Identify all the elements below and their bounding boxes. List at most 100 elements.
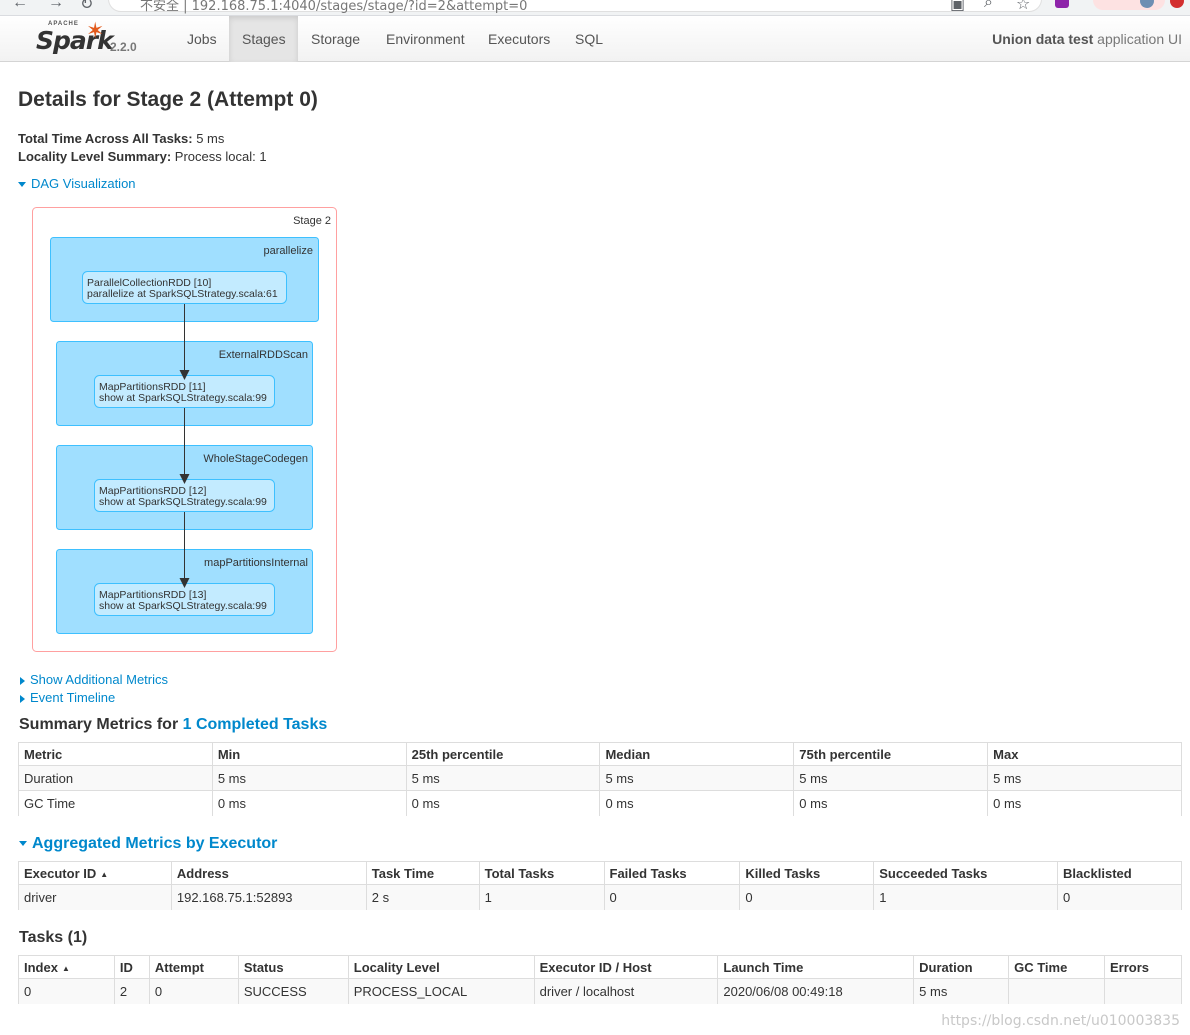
table-header-executor-id[interactable]: Executor ID ▲ bbox=[18, 861, 172, 885]
completed-tasks-link[interactable]: 1 Completed Tasks bbox=[183, 716, 328, 733]
sort-ascending-icon: ▲ bbox=[61, 963, 70, 973]
table-cell: 0 ms bbox=[793, 790, 989, 816]
table-cell: 5 ms bbox=[913, 978, 1010, 1004]
table-cell: GC Time bbox=[18, 790, 213, 816]
tab-storage[interactable]: Storage bbox=[298, 16, 373, 62]
aggregated-metrics-table: Executor ID ▲ Address Task Time Total Tas… bbox=[18, 861, 1182, 910]
table-header-label: Index bbox=[24, 959, 58, 975]
table-cell bbox=[1008, 978, 1105, 1004]
dag-cluster-label: ExternalRDDScan bbox=[219, 349, 308, 361]
show-additional-metrics-toggle[interactable]: Show Additional Metrics bbox=[18, 672, 168, 687]
dag-cluster-label: parallelize bbox=[263, 245, 313, 257]
stage-cluster-label: Stage 2 bbox=[293, 215, 331, 227]
table-cell: 5 ms bbox=[793, 765, 989, 791]
table-header[interactable]: Min bbox=[211, 742, 407, 766]
browser-toolbar: ← → ↻ 不安全 | 192.168.75.1:4040/stages/sta… bbox=[0, 0, 1190, 16]
sort-ascending-icon: ▲ bbox=[100, 869, 109, 879]
table-cell: 5 ms bbox=[211, 765, 407, 791]
dag-node-callsite: parallelize at SparkSQLStrategy.scala:61 bbox=[87, 288, 278, 300]
tab-jobs[interactable]: Jobs bbox=[174, 16, 230, 62]
table-cell: 2 s bbox=[365, 884, 480, 910]
table-cell: 0 ms bbox=[599, 790, 795, 816]
table-cell: 0 bbox=[739, 884, 875, 910]
table-header[interactable]: Address bbox=[170, 861, 367, 885]
address-bar-text[interactable]: 不安全 | 192.168.75.1:4040/stages/stage/?id… bbox=[140, 0, 527, 14]
table-cell: PROCESS_LOCAL bbox=[347, 978, 535, 1004]
aggregated-metrics-toggle[interactable]: Aggregated Metrics by Executor bbox=[19, 835, 277, 853]
caret-down-icon bbox=[18, 182, 26, 188]
table-header[interactable]: Blacklisted bbox=[1057, 861, 1182, 885]
table-header[interactable]: Executor ID / Host bbox=[533, 955, 719, 979]
tab-executors[interactable]: Executors bbox=[475, 16, 563, 62]
forward-icon[interactable]: → bbox=[48, 0, 64, 12]
table-cell: 192.168.75.1:52893 bbox=[170, 884, 367, 910]
alert-icon[interactable] bbox=[1170, 0, 1184, 8]
table-cell: 0 ms bbox=[405, 790, 601, 816]
aggregated-metrics-heading: Aggregated Metrics by Executor bbox=[32, 835, 278, 852]
translate-icon[interactable]: ▣ bbox=[950, 0, 965, 14]
table-header[interactable]: 25th percentile bbox=[405, 742, 601, 766]
table-header[interactable]: Locality Level bbox=[347, 955, 535, 979]
table-header[interactable]: Succeeded Tasks bbox=[873, 861, 1059, 885]
table-cell: 5 ms bbox=[599, 765, 795, 791]
tab-sql[interactable]: SQL bbox=[562, 16, 616, 62]
caret-right-icon bbox=[20, 676, 25, 685]
table-header[interactable]: Task Time bbox=[365, 861, 480, 885]
table-header[interactable]: Attempt bbox=[148, 955, 239, 979]
table-header[interactable]: ID bbox=[113, 955, 150, 979]
table-cell: 2020/06/08 00:49:18 bbox=[717, 978, 915, 1004]
dag-node-callsite: show at SparkSQLStrategy.scala:99 bbox=[99, 600, 267, 612]
table-cell bbox=[1103, 978, 1183, 1004]
dag-cluster-label: WholeStageCodegen bbox=[203, 453, 308, 465]
spark-logo[interactable]: APACHE Spark ✶ 2.2.0 bbox=[34, 18, 144, 60]
table-row: GC Time 0 ms 0 ms 0 ms 0 ms 0 ms bbox=[18, 790, 1182, 816]
table-header[interactable]: Metric bbox=[18, 742, 213, 766]
table-cell: 0 ms bbox=[987, 790, 1182, 816]
back-icon[interactable]: ← bbox=[12, 0, 28, 12]
dag-cluster-label: mapPartitionsInternal bbox=[204, 557, 308, 569]
profile-button[interactable] bbox=[1093, 0, 1165, 10]
zoom-icon[interactable]: ⌕ bbox=[984, 0, 993, 12]
dag-visualization-toggle[interactable]: DAG Visualization bbox=[18, 176, 136, 191]
table-header[interactable]: Median bbox=[599, 742, 795, 766]
page-title: Details for Stage 2 (Attempt 0) bbox=[18, 88, 318, 111]
app-name: Union data test application UI bbox=[992, 16, 1182, 62]
table-header-row: Metric Min 25th percentile Median 75th p… bbox=[18, 742, 1182, 766]
app-name-suffix: application UI bbox=[1093, 31, 1182, 47]
table-header[interactable]: Max bbox=[987, 742, 1182, 766]
table-header[interactable]: Status bbox=[237, 955, 349, 979]
watermark: https://blog.csdn.net/u010003835 bbox=[941, 1013, 1180, 1029]
total-time-value: 5 ms bbox=[192, 131, 225, 146]
tab-stages[interactable]: Stages bbox=[229, 16, 298, 62]
dag-graph: Stage 2 parallelize ParallelCollectionRD… bbox=[32, 207, 337, 652]
table-cell: SUCCESS bbox=[237, 978, 349, 1004]
table-cell: 5 ms bbox=[405, 765, 601, 791]
summary-metrics-table: Metric Min 25th percentile Median 75th p… bbox=[18, 742, 1182, 816]
table-cell: 0 bbox=[603, 884, 741, 910]
total-time-label: Total Time Across All Tasks: bbox=[18, 131, 193, 146]
caret-right-icon bbox=[20, 694, 25, 703]
table-header[interactable]: Errors bbox=[1103, 955, 1183, 979]
table-cell: 0 bbox=[1057, 884, 1182, 910]
table-header[interactable]: Failed Tasks bbox=[603, 861, 741, 885]
table-header[interactable]: Killed Tasks bbox=[739, 861, 875, 885]
tab-environment[interactable]: Environment bbox=[373, 16, 478, 62]
total-time-line: Total Time Across All Tasks: 5 ms bbox=[18, 131, 224, 146]
table-header[interactable]: 75th percentile bbox=[793, 742, 989, 766]
table-header[interactable]: Launch Time bbox=[717, 955, 915, 979]
table-header[interactable]: Total Tasks bbox=[478, 861, 605, 885]
reload-icon[interactable]: ↻ bbox=[80, 0, 93, 14]
bookmark-star-icon[interactable]: ☆ bbox=[1016, 0, 1030, 14]
spark-navbar: APACHE Spark ✶ 2.2.0 Jobs Stages Storage… bbox=[0, 16, 1190, 62]
event-timeline-toggle[interactable]: Event Timeline bbox=[18, 690, 115, 705]
event-timeline-label: Event Timeline bbox=[30, 690, 116, 705]
table-cell: 1 bbox=[478, 884, 605, 910]
table-cell: 0 bbox=[18, 978, 115, 1004]
table-row: 0 2 0 SUCCESS PROCESS_LOCAL driver / loc… bbox=[18, 978, 1183, 1004]
show-additional-metrics-label: Show Additional Metrics bbox=[30, 672, 169, 687]
table-header-index[interactable]: Index ▲ bbox=[18, 955, 115, 979]
table-header[interactable]: GC Time bbox=[1008, 955, 1105, 979]
extension-icon[interactable] bbox=[1055, 0, 1069, 8]
table-header[interactable]: Duration bbox=[913, 955, 1010, 979]
table-header-row: Executor ID ▲ Address Task Time Total Tas… bbox=[18, 861, 1182, 885]
